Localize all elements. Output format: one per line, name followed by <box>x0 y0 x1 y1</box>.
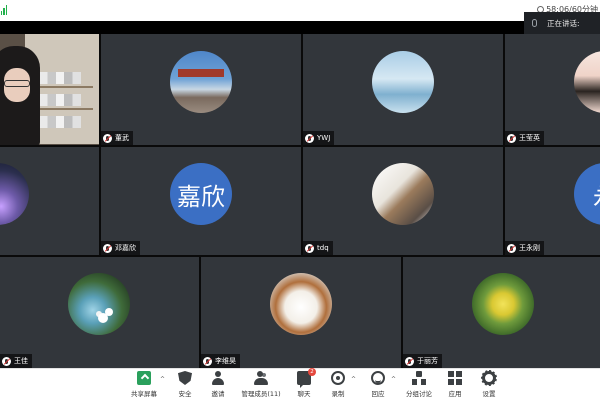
gear-icon <box>481 370 497 386</box>
mic-muted-icon <box>305 243 314 253</box>
participant-avatar <box>170 51 232 113</box>
video-tile[interactable] <box>0 147 99 255</box>
security-label: 安全 <box>178 390 192 398</box>
chevron-up-icon[interactable]: ^ <box>391 377 397 383</box>
video-tile[interactable]: YWJ <box>303 34 503 145</box>
participant-name-tag: 董武 <box>101 131 133 145</box>
participant-avatar <box>270 273 332 335</box>
share-screen-label: 共享屏幕 <box>131 390 157 398</box>
title-bar: 58:06/60分钟 <box>0 0 600 21</box>
mic-muted-icon <box>405 356 414 366</box>
microphone-icon <box>532 19 537 27</box>
breakout-rooms-icon <box>412 371 426 385</box>
network-signal-icon <box>1 5 7 15</box>
participant-video <box>0 46 44 145</box>
participant-name: 邓嘉欣 <box>115 244 136 252</box>
manage-members-button[interactable]: 管理成员(11) <box>239 371 283 399</box>
video-tile[interactable]: 嘉欣 邓嘉欣 <box>101 147 301 255</box>
participant-name: 于丽芳 <box>417 357 438 365</box>
apps-label: 应用 <box>448 390 462 398</box>
chevron-up-icon[interactable]: ^ <box>351 377 357 383</box>
manage-members-label: 管理成员(11) <box>241 390 281 398</box>
participant-avatar <box>68 273 130 335</box>
participant-name-tag: 王佳 <box>0 354 32 368</box>
video-tile[interactable]: 董武 <box>101 34 301 145</box>
participant-avatar <box>372 51 434 113</box>
settings-label: 设置 <box>482 390 496 398</box>
participant-name-tag: 邓嘉欣 <box>101 241 140 255</box>
participant-name: 李维昊 <box>215 357 236 365</box>
participant-name: tdq <box>317 244 329 252</box>
video-gallery: 董武 YWJ 王莹英 嘉欣 邓嘉欣 tdq 永 <box>0 34 600 368</box>
mic-muted-icon <box>103 243 112 253</box>
mic-muted-icon <box>203 356 212 366</box>
participant-name-tag: 李维昊 <box>201 354 240 368</box>
video-tile[interactable]: tdq <box>303 147 503 255</box>
add-user-icon <box>211 371 225 385</box>
chat-unread-badge: 2 <box>308 368 316 376</box>
reaction-icon <box>371 371 385 385</box>
mic-muted-icon <box>507 243 516 253</box>
participant-name: 王永刚 <box>519 244 540 252</box>
share-screen-icon <box>137 371 151 385</box>
participant-avatar <box>472 273 534 335</box>
speaking-label: 正在讲话: <box>547 18 580 28</box>
mic-muted-icon <box>103 133 112 143</box>
participant-name-tag: 王莹英 <box>505 131 544 145</box>
settings-button[interactable]: 设置 <box>469 370 509 399</box>
participant-name-tag: tdq <box>303 241 333 255</box>
video-tile[interactable]: 王佳 <box>0 257 199 368</box>
breakout-rooms-button[interactable]: 分组讨论 <box>399 371 439 399</box>
participant-name: 董武 <box>115 134 129 142</box>
participant-avatar-initials: 永 <box>574 163 600 225</box>
share-screen-button[interactable]: 共享屏幕 <box>124 371 164 399</box>
breakout-rooms-label: 分组讨论 <box>406 390 432 398</box>
mic-muted-icon <box>2 356 11 366</box>
participant-avatar-initials: 嘉欣 <box>170 163 232 225</box>
record-icon <box>331 371 345 385</box>
video-tile-self[interactable] <box>0 34 99 145</box>
participant-avatar <box>372 163 434 225</box>
speaking-indicator: 正在讲话: <box>524 12 600 34</box>
chat-icon: 2 <box>297 368 316 388</box>
apps-icon <box>448 371 462 385</box>
participant-avatar <box>574 51 600 113</box>
mic-muted-icon <box>507 133 516 143</box>
participant-avatar <box>0 163 29 225</box>
meeting-toolbar: 共享屏幕 ^ 安全 邀请 管理成员(11) 2 聊天 录制 ^ 回应 ^ 分组讨… <box>0 368 600 400</box>
participant-name: YWJ <box>317 134 331 142</box>
video-tile[interactable]: 于丽芳 <box>403 257 600 368</box>
participant-name: 王佳 <box>14 357 28 365</box>
participant-name: 王莹英 <box>519 134 540 142</box>
reactions-label: 回应 <box>371 390 385 398</box>
participant-name-tag: YWJ <box>303 131 335 145</box>
invite-label: 邀请 <box>211 390 225 398</box>
record-label: 录制 <box>331 390 345 398</box>
participant-name-tag: 于丽芳 <box>403 354 442 368</box>
participant-name-tag: 王永刚 <box>505 241 544 255</box>
video-tile[interactable]: 永 王永刚 <box>505 147 600 255</box>
video-header-bar <box>0 21 600 34</box>
shield-icon <box>178 371 192 385</box>
members-icon <box>254 371 268 385</box>
mic-muted-icon <box>305 133 314 143</box>
video-tile[interactable]: 李维昊 <box>201 257 401 368</box>
video-tile[interactable]: 王莹英 <box>505 34 600 145</box>
chat-label: 聊天 <box>297 390 311 398</box>
invite-button[interactable]: 邀请 <box>198 371 238 399</box>
